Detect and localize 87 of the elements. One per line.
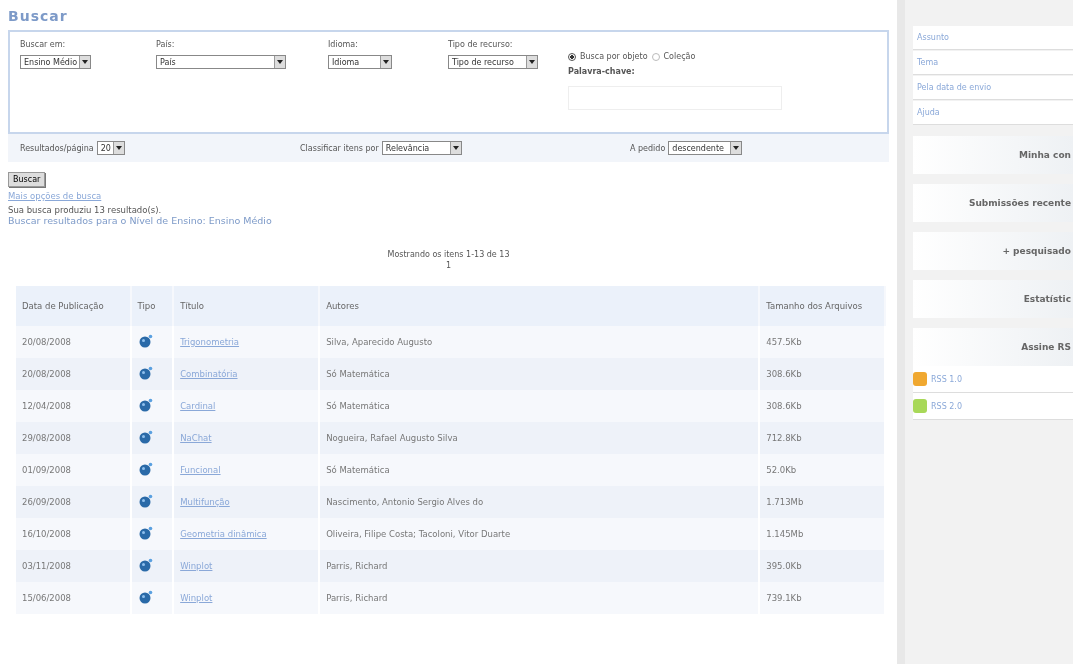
size-cell: 395.0Kb	[759, 550, 885, 582]
sidebar-link[interactable]: Assunto	[913, 26, 1073, 50]
title-link[interactable]: Multifunção	[180, 497, 230, 507]
size-cell: 457.5Kb	[759, 326, 885, 358]
title-link[interactable]: Combinatória	[180, 369, 238, 379]
select-field[interactable]: Relevância	[381, 141, 462, 155]
title-link[interactable]: Winplot	[180, 561, 213, 571]
select-field[interactable]: descendente	[668, 141, 743, 155]
sidebar-link[interactable]: Tema	[913, 51, 1073, 75]
date-cell: 26/09/2008	[16, 486, 131, 518]
title-link[interactable]: Cardinal	[180, 401, 216, 411]
search-button[interactable]: Buscar	[8, 172, 46, 187]
size-cell: 1.713Mb	[759, 486, 885, 518]
column-header: Tamanho dos Arquivos	[759, 286, 885, 326]
page-title: Buscar	[8, 8, 68, 24]
more-options-link[interactable]: Mais opções de busca	[8, 191, 102, 201]
sidebar-panel-header: Minha con	[913, 136, 1073, 174]
title-link[interactable]: Trigonometria	[180, 337, 240, 347]
date-cell: 12/04/2008	[16, 390, 131, 422]
authors-cell: Parris, Richard	[319, 550, 760, 582]
filter-label: Idioma:	[328, 40, 358, 49]
keyword-label: Palavra-chave:	[568, 67, 635, 76]
select-field[interactable]: Tipo de recurso	[448, 55, 538, 69]
date-cell: 29/08/2008	[16, 422, 131, 454]
authors-cell: Parris, Richard	[319, 582, 760, 614]
title-link[interactable]: Funcional	[180, 465, 221, 475]
select-field[interactable]: Idioma	[328, 55, 392, 69]
sphere-icon	[137, 558, 154, 572]
sidebar-panel-header: + pesquisado	[913, 232, 1073, 270]
select-field[interactable]: 20	[96, 141, 125, 155]
authors-cell: Silva, Aparecido Augusto	[319, 326, 760, 358]
radio-label: Busca por objeto	[580, 52, 648, 61]
sphere-icon	[137, 590, 154, 604]
authors-cell: Nogueira, Rafael Augusto Silva	[319, 422, 760, 454]
sphere-icon	[137, 494, 154, 508]
date-cell: 03/11/2008	[16, 550, 131, 582]
sidebar-panel-header: Assine RS	[913, 328, 1073, 366]
authors-cell: Só Matemática	[319, 390, 760, 422]
authors-cell: Só Matemática	[319, 454, 760, 486]
radio-label: Coleção	[663, 52, 696, 61]
date-cell: 20/08/2008	[16, 326, 131, 358]
date-cell: 01/09/2008	[16, 454, 131, 486]
sidebar-link[interactable]: Ajuda	[913, 101, 1073, 125]
sidebar-link[interactable]: Pela data de envio	[913, 76, 1073, 100]
sphere-icon	[137, 430, 154, 444]
sphere-icon	[137, 398, 154, 412]
date-cell: 20/08/2008	[16, 358, 131, 390]
authors-cell: Oliveira, Filipe Costa; Tacoloni, Vitor Duarte	[319, 518, 760, 550]
select-field[interactable]: País	[156, 55, 286, 69]
option-label: Resultados/página	[20, 143, 94, 153]
size-cell: 1.145Mb	[759, 518, 885, 550]
sidebar-panel-header: Submissões recente	[913, 184, 1073, 222]
date-cell: 15/06/2008	[16, 582, 131, 614]
title-link[interactable]: NaChat	[180, 433, 212, 443]
size-cell: 308.6Kb	[759, 390, 885, 422]
level-link[interactable]: Buscar resultados para o Nível de Ensino: Ensino Médio	[8, 215, 272, 226]
filter-label: País:	[156, 40, 175, 49]
column-header: Autores	[319, 286, 760, 326]
filter-label: Tipo de recurso:	[448, 40, 513, 49]
filter-label: Buscar em:	[20, 40, 66, 49]
column-header: Tipo	[130, 286, 174, 326]
page-number[interactable]: 1	[445, 261, 452, 270]
column-header: Data de Publicação	[16, 286, 131, 326]
title-link[interactable]: Winplot	[180, 593, 213, 603]
option-label: A pedido	[630, 143, 666, 153]
select-field[interactable]: Ensino Médio	[20, 55, 92, 69]
sphere-icon	[137, 334, 154, 348]
pagination-text: Mostrando os itens 1-13 de 13	[387, 250, 510, 259]
sphere-icon	[137, 526, 154, 540]
column-header: Título	[173, 286, 320, 326]
authors-cell: Só Matemática	[319, 358, 760, 390]
size-cell: 739.1Kb	[759, 582, 885, 614]
radio-button[interactable]	[568, 52, 576, 61]
radio-button[interactable]	[651, 52, 660, 61]
feed-link[interactable]: RSS 1.0	[913, 366, 1073, 393]
size-cell: 308.6Kb	[759, 358, 885, 390]
feed-link[interactable]: RSS 2.0	[913, 393, 1073, 420]
option-label: Classificar itens por	[300, 143, 379, 153]
date-cell: 16/10/2008	[16, 518, 131, 550]
result-summary: Sua busca produziu 13 resultado(s).	[8, 205, 162, 215]
size-cell: 52.0Kb	[759, 454, 885, 486]
title-link[interactable]: Geometria dinâmica	[180, 529, 267, 539]
sidebar-panel-header: Estatístic	[913, 280, 1073, 318]
size-cell: 712.8Kb	[759, 422, 885, 454]
authors-cell: Nascimento, Antonio Sergio Alves do	[319, 486, 760, 518]
sphere-icon	[137, 462, 154, 476]
sphere-icon	[137, 366, 154, 380]
